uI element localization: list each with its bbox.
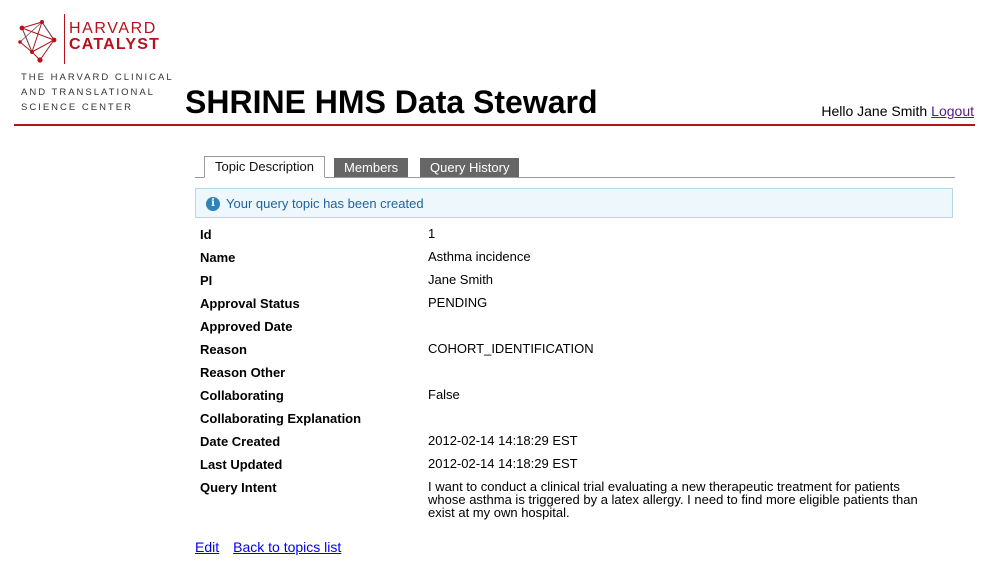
logo-tagline-line: SCIENCE CENTER bbox=[21, 102, 133, 113]
detail-label: Collaborating Explanation bbox=[200, 411, 362, 426]
logo-word-harvard: HARVARD bbox=[69, 20, 157, 37]
detail-label: Name bbox=[200, 250, 236, 265]
edit-link[interactable]: Edit bbox=[195, 539, 219, 555]
tab-topic-description[interactable]: Topic Description bbox=[204, 156, 325, 178]
logo-tagline-line: AND TRANSLATIONAL bbox=[21, 87, 155, 98]
detail-row-reason: Reason COHORT_IDENTIFICATION bbox=[200, 342, 940, 365]
detail-row-collaborating: Collaborating False bbox=[200, 388, 940, 411]
detail-value: False bbox=[428, 387, 460, 402]
detail-value: I want to conduct a clinical trial evalu… bbox=[428, 479, 918, 520]
detail-row-date-created: Date Created 2012-02-14 14:18:29 EST bbox=[200, 434, 940, 457]
tab-bar: Topic Description Members Query History bbox=[195, 156, 955, 178]
detail-row-approval-status: Approval Status PENDING bbox=[200, 296, 940, 319]
detail-value: COHORT_IDENTIFICATION bbox=[428, 341, 594, 356]
harvard-catalyst-logo: HARVARD CATALYST THE HARVARD CLINICAL AN… bbox=[18, 14, 172, 114]
detail-value: Asthma incidence bbox=[428, 249, 531, 264]
notice-message: Your query topic has been created bbox=[226, 196, 424, 211]
page-title: SHRINE HMS Data Steward bbox=[185, 84, 598, 120]
action-links: Edit Back to topics list bbox=[195, 538, 355, 556]
logo-tagline-line: THE HARVARD CLINICAL bbox=[21, 72, 174, 83]
detail-value: 1 bbox=[428, 226, 436, 241]
network-logo-icon bbox=[18, 20, 57, 63]
detail-label: Approved Date bbox=[200, 319, 293, 334]
detail-row-query-intent: Query Intent I want to conduct a clinica… bbox=[200, 480, 940, 528]
header-divider bbox=[14, 124, 975, 126]
logo-tagline: THE HARVARD CLINICAL AND TRANSLATIONAL S… bbox=[21, 70, 181, 115]
user-greeting: Hello Jane Smith bbox=[821, 103, 928, 119]
tab-query-history[interactable]: Query History bbox=[420, 158, 520, 177]
info-notice: i Your query topic has been created bbox=[195, 188, 953, 218]
detail-row-last-updated: Last Updated 2012-02-14 14:18:29 EST bbox=[200, 457, 940, 480]
detail-label: Reason Other bbox=[200, 365, 286, 380]
detail-label: Collaborating bbox=[200, 388, 284, 403]
detail-row-name: Name Asthma incidence bbox=[200, 250, 940, 273]
logo-divider bbox=[64, 14, 65, 64]
detail-label: Date Created bbox=[200, 434, 281, 449]
detail-value: 2012-02-14 14:18:29 EST bbox=[428, 456, 578, 471]
detail-label: Approval Status bbox=[200, 296, 300, 311]
detail-label: Reason bbox=[200, 342, 247, 357]
detail-row-pi: PI Jane Smith bbox=[200, 273, 940, 296]
tab-members[interactable]: Members bbox=[334, 158, 409, 177]
detail-value: PENDING bbox=[428, 295, 488, 310]
detail-row-collaborating-explanation: Collaborating Explanation bbox=[200, 411, 940, 434]
detail-row-id: Id 1 bbox=[200, 227, 940, 250]
detail-label: Last Updated bbox=[200, 457, 283, 472]
info-icon: i bbox=[206, 197, 220, 211]
detail-row-approved-date: Approved Date bbox=[200, 319, 940, 342]
topic-detail-list: Id 1 Name Asthma incidence PI Jane Smith… bbox=[200, 227, 940, 528]
detail-value: 2012-02-14 14:18:29 EST bbox=[428, 433, 578, 448]
logo-word-catalyst: CATALYST bbox=[69, 36, 161, 53]
detail-label: Query Intent bbox=[200, 480, 277, 495]
back-to-topics-link[interactable]: Back to topics list bbox=[233, 539, 341, 555]
detail-row-reason-other: Reason Other bbox=[200, 365, 940, 388]
logout-link[interactable]: Logout bbox=[931, 103, 974, 119]
detail-value: Jane Smith bbox=[428, 272, 494, 287]
detail-label: PI bbox=[200, 273, 213, 288]
user-area: Hello Jane Smith Logout bbox=[821, 102, 974, 120]
detail-label: Id bbox=[200, 227, 212, 242]
